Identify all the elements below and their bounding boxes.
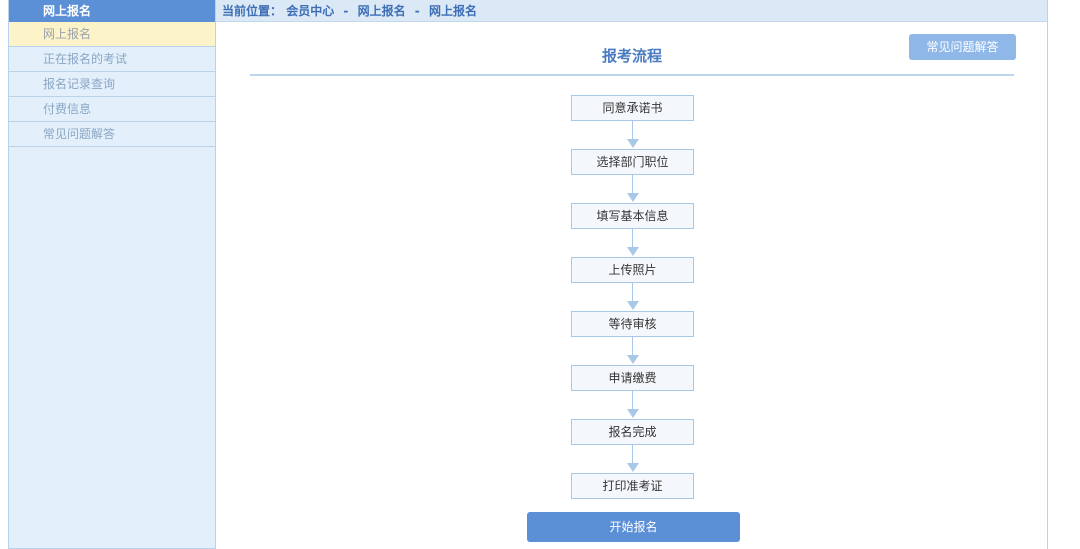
breadcrumb-prefix: 当前位置： [222, 4, 283, 18]
process-flow: 同意承诺书 选择部门职位 填写基本信息 上传照片 等待审核 申请缴费 报名完成 … [571, 95, 694, 499]
breadcrumb-member-center[interactable]: 会员中心 [286, 4, 334, 18]
arrow-down-icon [571, 391, 694, 419]
breadcrumb-separator: - [343, 4, 349, 18]
main-panel: 当前位置： 会员中心 - 网上报名 - 网上报名 常见问题解答 报考流程 同意承… [216, 0, 1048, 549]
flow-step-print-admission-ticket: 打印准考证 [571, 473, 694, 499]
sidebar: 网上报名 网上报名 正在报名的考试 报名记录查询 付费信息 常见问题解答 [8, 0, 216, 549]
flow-step-select-position: 选择部门职位 [571, 149, 694, 175]
breadcrumb-current: 网上报名 [428, 4, 477, 18]
sidebar-item-registration-records[interactable]: 报名记录查询 [9, 72, 215, 97]
flow-step-await-review: 等待审核 [571, 311, 694, 337]
breadcrumb: 当前位置： 会员中心 - 网上报名 - 网上报名 [216, 0, 1047, 22]
sidebar-item-faq[interactable]: 常见问题解答 [9, 122, 215, 147]
flow-step-agree-commitment: 同意承诺书 [571, 95, 694, 121]
sidebar-item-online-registration[interactable]: 网上报名 [9, 22, 215, 47]
arrow-down-icon [571, 175, 694, 203]
breadcrumb-online-registration[interactable]: 网上报名 [358, 4, 406, 18]
arrow-down-icon [571, 445, 694, 473]
sidebar-header: 网上报名 [9, 0, 215, 22]
sidebar-item-payment-info[interactable]: 付费信息 [9, 97, 215, 122]
arrow-down-icon [571, 337, 694, 365]
flow-step-apply-payment: 申请缴费 [571, 365, 694, 391]
flow-step-fill-info: 填写基本信息 [571, 203, 694, 229]
breadcrumb-separator: - [414, 4, 420, 18]
flow-step-registration-complete: 报名完成 [571, 419, 694, 445]
arrow-down-icon [571, 283, 694, 311]
arrow-down-icon [571, 229, 694, 257]
page-title: 报考流程 [601, 47, 662, 65]
flow-step-upload-photo: 上传照片 [571, 257, 694, 283]
sidebar-item-ongoing-exams[interactable]: 正在报名的考试 [9, 47, 215, 72]
arrow-down-icon [571, 121, 694, 149]
title-divider [250, 74, 1014, 76]
start-registration-button[interactable]: 开始报名 [527, 512, 740, 542]
